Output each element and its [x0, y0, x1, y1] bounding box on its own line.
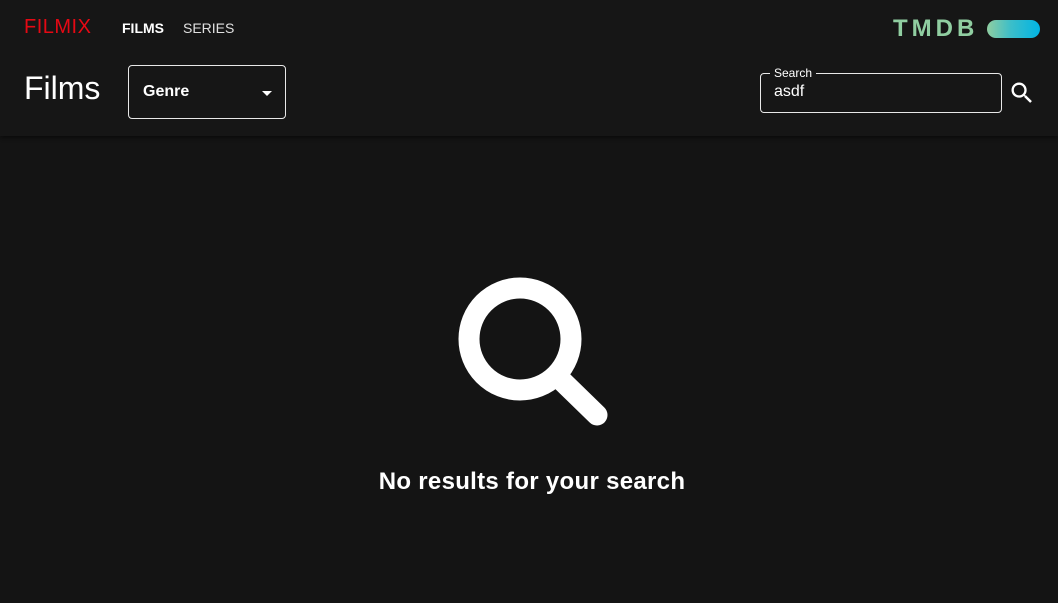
search-button[interactable] — [1008, 79, 1036, 107]
empty-state-message: No results for your search — [378, 468, 686, 495]
header: FILMIX FILMS SERIES TMDB Films Genre Sea… — [0, 0, 1058, 136]
search-input[interactable] — [774, 82, 989, 102]
search-icon — [1011, 82, 1032, 103]
page-title: Films — [24, 70, 101, 106]
brand-logo[interactable]: FILMIX — [24, 16, 91, 39]
search-field[interactable]: Search — [760, 66, 1002, 113]
genre-select-value: Genre — [143, 83, 190, 100]
caret-down-icon — [262, 91, 272, 96]
nav-films[interactable]: FILMS — [122, 20, 164, 36]
nav-series[interactable]: SERIES — [183, 20, 234, 36]
genre-select[interactable]: Genre — [128, 65, 286, 119]
tmdb-logo-pill — [987, 20, 1040, 38]
tmdb-logo: TMDB — [893, 15, 1041, 43]
tmdb-logo-text: TMDB — [893, 15, 979, 42]
search-label: Search — [770, 66, 817, 80]
empty-state-search-icon — [456, 275, 610, 429]
app-page: FILMIX FILMS SERIES TMDB Films Genre Sea… — [0, 0, 1058, 603]
